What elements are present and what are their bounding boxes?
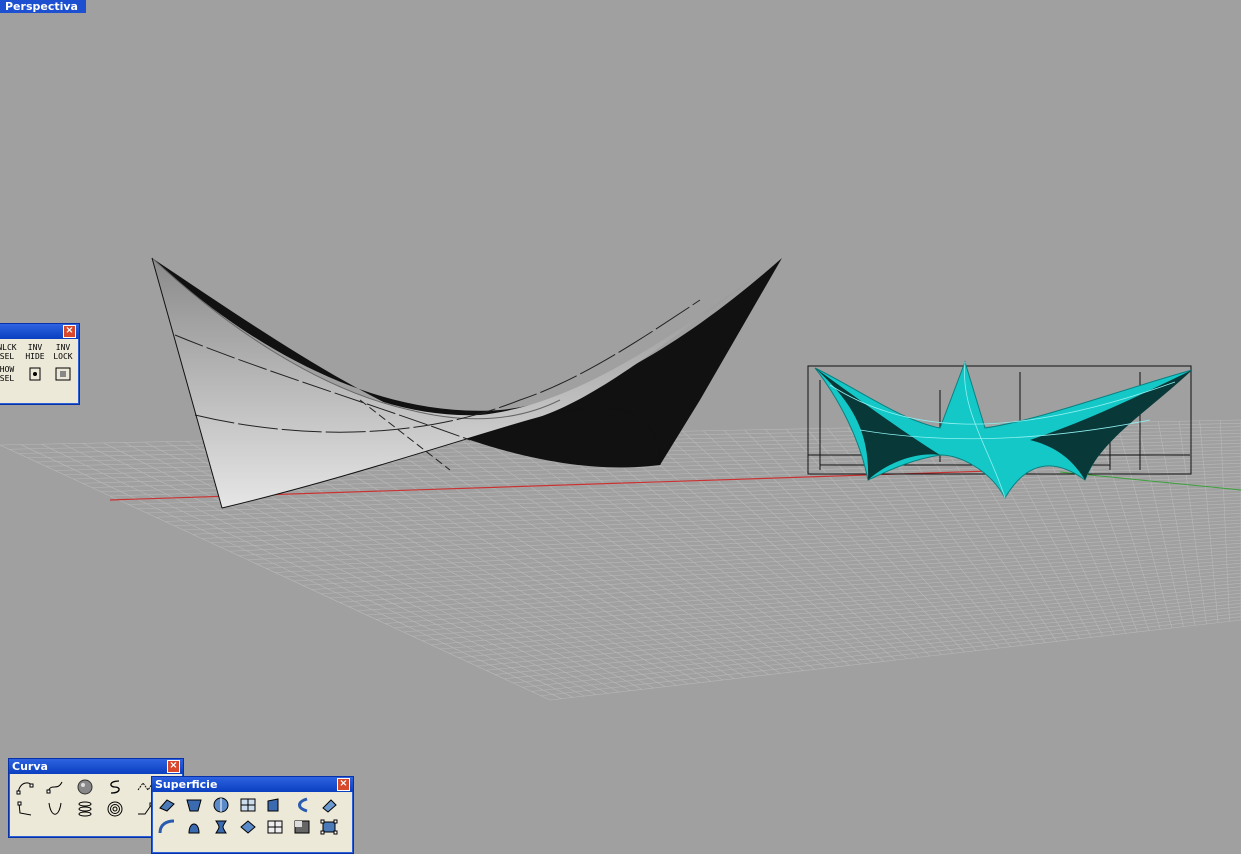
lock-objects-icon[interactable] (23, 364, 47, 384)
curve-on-surface-icon[interactable] (13, 799, 37, 819)
extrude-surface-icon[interactable] (263, 795, 287, 815)
freeform-s-curve-icon[interactable] (103, 777, 127, 797)
helix-icon[interactable] (73, 799, 97, 819)
grid-line (1157, 421, 1196, 626)
plane-icon[interactable] (263, 817, 287, 837)
sphere-icon[interactable] (73, 777, 97, 797)
grid-line (82, 443, 597, 695)
superficie-titlebar[interactable]: Superficie × (152, 777, 353, 792)
inv-hide-button[interactable]: INV HIDE (23, 342, 47, 362)
rail-revolve-icon[interactable] (155, 817, 179, 837)
cyan-tensile-surface[interactable] (814, 360, 1193, 500)
superficie-close-button[interactable]: × (337, 778, 350, 791)
visibility-toolbar-titlebar[interactable]: × (0, 324, 79, 339)
spiral-icon[interactable] (103, 799, 127, 819)
superficie-toolbar-panel[interactable]: Superficie × (151, 776, 354, 854)
control-points-surface-icon[interactable] (317, 817, 341, 837)
control-point-curve-icon[interactable] (13, 777, 37, 797)
grid-line (558, 433, 862, 665)
grid-line (123, 442, 620, 693)
visibility-toolbar-panel[interactable]: × NLCK SEL INV HIDE INV LOCK HOW SEL (0, 323, 80, 405)
viewport-title-label[interactable]: Perspectiva (0, 0, 86, 13)
grid-line (434, 435, 793, 673)
interpolate-curve-icon[interactable] (43, 777, 67, 797)
grid-line (1095, 422, 1161, 630)
revolve-icon[interactable] (209, 795, 233, 815)
show-sel-button[interactable]: HOW SEL (0, 364, 19, 384)
surface-from-points-icon[interactable] (155, 795, 179, 815)
surface-grid-icon[interactable] (236, 795, 260, 815)
grid-line (516, 434, 839, 667)
superficie-title: Superficie (155, 778, 218, 791)
inv-lock-button[interactable]: INV LOCK (51, 342, 75, 362)
visibility-close-button[interactable]: × (63, 325, 76, 338)
unlock-sel-button[interactable]: NLCK SEL (0, 342, 19, 362)
grid-line (496, 434, 827, 669)
grid-line (703, 430, 942, 655)
curva-titlebar[interactable]: Curva × (9, 759, 183, 774)
network-surface-icon[interactable] (236, 817, 260, 837)
rectangular-plane-icon[interactable] (290, 817, 314, 837)
curva-title: Curva (12, 760, 48, 773)
loft-icon[interactable] (290, 795, 314, 815)
surface-from-edges-icon[interactable] (182, 795, 206, 815)
sweep-icon[interactable] (317, 795, 341, 815)
unlock-objects-icon[interactable] (51, 364, 75, 384)
grey-saddle-surface[interactable] (151, 257, 782, 509)
patch-icon[interactable] (182, 817, 206, 837)
curva-close-button[interactable]: × (167, 760, 180, 773)
grid-line (413, 436, 781, 674)
parabola-icon[interactable] (43, 799, 67, 819)
grid-line (475, 435, 816, 670)
blend-surface-icon[interactable] (209, 817, 233, 837)
viewport-perspective[interactable] (0, 0, 1241, 854)
